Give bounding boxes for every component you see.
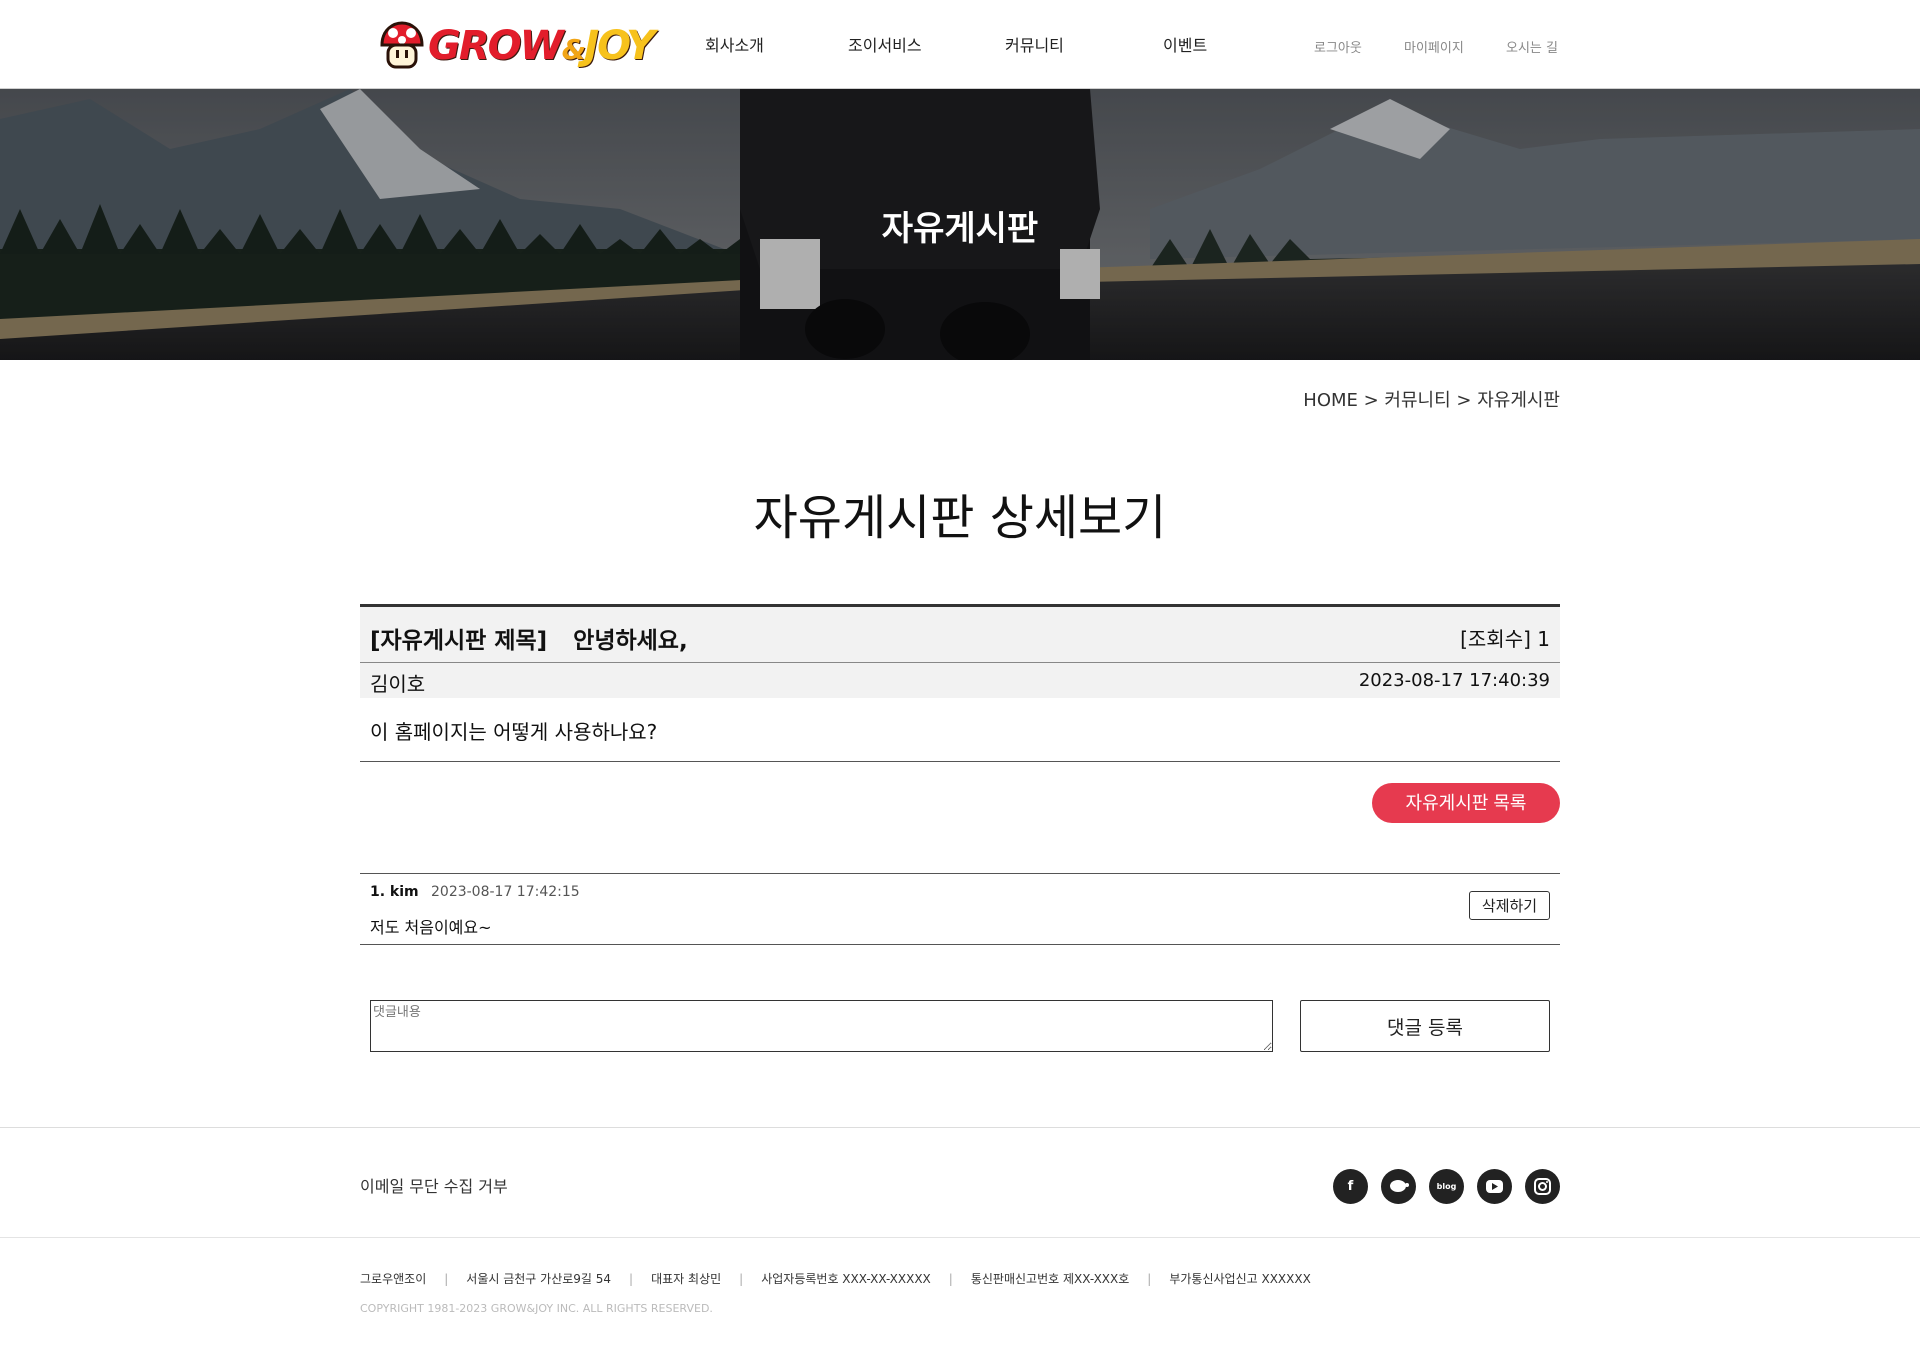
nav-item-community[interactable]: 커뮤니티 [1005,32,1064,56]
mushroom-logo-icon [380,21,424,69]
page-title: 자유게시판 상세보기 [753,490,1167,546]
post-meta: 김이호 2023-08-17 17:40:39 [360,663,1560,698]
site-header: GROW&JOY 회사소개 조이서비스 커뮤니티 이벤트 로그아웃 마이페이지 … [0,0,1920,89]
logo[interactable]: GROW&JOY [378,18,655,74]
post-title-text: 안녕하세요, [573,628,688,654]
business-number: 사업자등록번호 XXX-XX-XXXXX [761,1272,931,1286]
hero-title: 자유게시판 [881,209,1039,249]
submit-comment-button[interactable]: 댓글 등록 [1300,1000,1550,1052]
post-title: [자유게시판 제목] 안녕하세요, [370,621,688,655]
comment-date: 2023-08-17 17:42:15 [431,884,580,900]
company-address: 서울시 금천구 가산로9길 54 [466,1272,612,1286]
email-refuse-link[interactable]: 이메일 무단 수집 거부 [360,1173,508,1197]
comment-text: 저도 처음이예요~ [370,918,492,937]
breadcrumb: HOME > 커뮤니티 > 자유게시판 [1303,390,1560,411]
comment-item: 1. kim 2023-08-17 17:42:15 저도 처음이예요~ 삭제하… [360,873,1560,945]
post-body: 이 홈페이지는 어떻게 사용하나요? [360,698,1560,762]
blog-icon[interactable]: blog [1429,1169,1464,1204]
telecom-number: 부가통신사업신고 XXXXXX [1169,1272,1311,1286]
instagram-icon[interactable] [1525,1169,1560,1204]
company-name: 그로우앤조이 [360,1272,427,1286]
board-list-button[interactable]: 자유게시판 목록 [1372,783,1560,823]
company-ceo: 대표자 최상민 [651,1272,722,1286]
comment-input[interactable] [370,1000,1273,1052]
post-header: [자유게시판 제목] 안녕하세요, [조회수] 1 [360,604,1560,663]
hero-banner: 자유게시판 [0,89,1920,360]
logout-link[interactable]: 로그아웃 [1314,37,1362,56]
facebook-icon[interactable]: f [1333,1169,1368,1204]
mail-order-number: 통신판매신고번호 제XX-XXX호 [970,1272,1130,1286]
post-author: 김이호 [370,672,426,696]
post-content: 이 홈페이지는 어떻게 사용하나요? [370,720,658,744]
nav-item-company[interactable]: 회사소개 [705,32,764,56]
view-count: [조회수] 1 [1460,627,1550,651]
logo-wordmark: GROW&JOY [428,23,655,69]
directions-link[interactable]: 오시는 길 [1506,37,1558,56]
footer-top: 이메일 무단 수집 거부 f blog [0,1127,1920,1238]
kakao-icon[interactable] [1381,1169,1416,1204]
mypage-link[interactable]: 마이페이지 [1404,37,1464,56]
post-date: 2023-08-17 17:40:39 [1358,670,1550,691]
copyright: COPYRIGHT 1981-2023 GROW&JOY INC. ALL RI… [360,1302,713,1315]
comment-author: 1. kim [370,884,419,900]
post-title-tag: [자유게시판 제목] [370,628,548,654]
post-detail: [자유게시판 제목] 안녕하세요, [조회수] 1 김이호 2023-08-17 … [360,604,1560,762]
delete-comment-button[interactable]: 삭제하기 [1469,891,1550,920]
footer-company-info: 그로우앤조이 | 서울시 금천구 가산로9길 54 | 대표자 최상민 | 사업자등록번호 … [360,1272,1311,1286]
youtube-icon[interactable] [1477,1169,1512,1204]
nav-item-event[interactable]: 이벤트 [1163,32,1207,56]
nav-item-joy-service[interactable]: 조이서비스 [848,32,922,56]
